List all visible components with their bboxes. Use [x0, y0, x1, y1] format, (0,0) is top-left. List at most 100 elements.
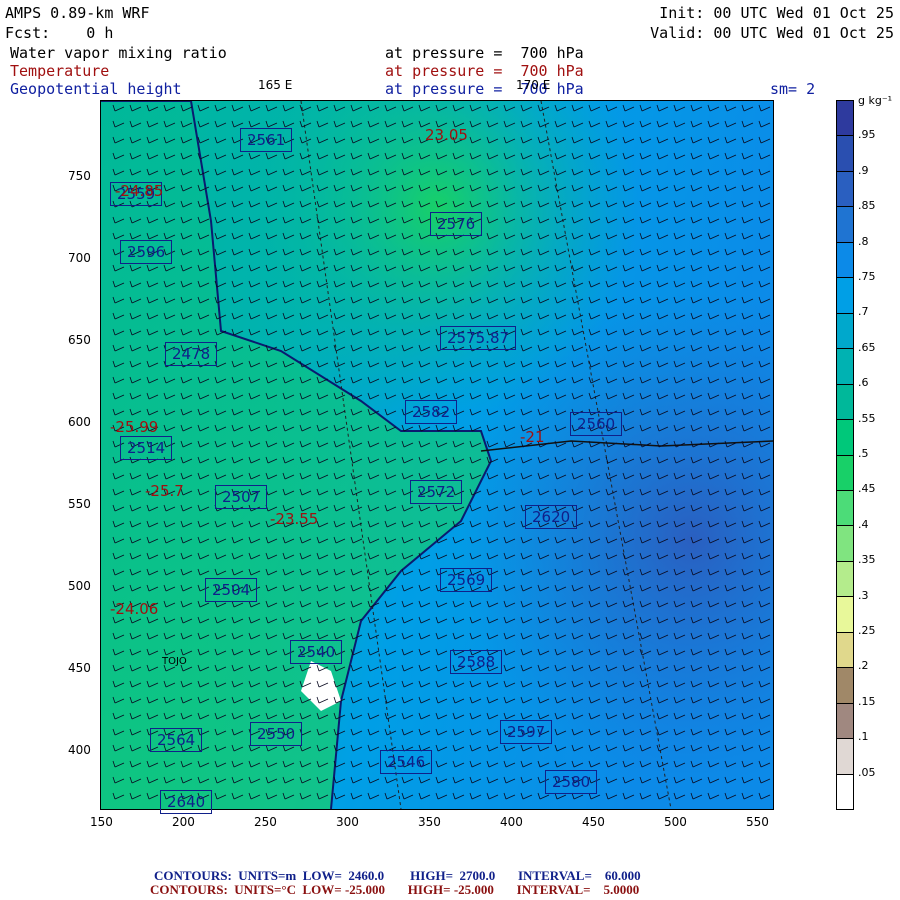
colorbar-bin	[837, 561, 853, 598]
temperature-contour-label: -23.55	[270, 510, 319, 528]
height-contour-label: 2478	[165, 342, 218, 366]
height-contour-label: 2546	[380, 750, 433, 774]
height-contour-label: 2596	[120, 240, 173, 264]
valid-time: Valid: 00 UTC Wed 01 Oct 25	[650, 24, 894, 42]
level-3: at pressure = 700 hPa	[385, 80, 584, 98]
colorbar-label: .65	[858, 340, 876, 354]
colorbar-label: .4	[858, 517, 869, 531]
colorbar-bin	[837, 349, 853, 385]
longitude-label: 170 E	[516, 78, 551, 92]
height-contour-label: 2504	[205, 578, 258, 602]
x-tick-label: 200	[172, 815, 195, 829]
colorbar-bin	[837, 384, 853, 421]
colorbar-bin	[837, 490, 853, 527]
y-tick-label: 450	[68, 661, 91, 675]
height-contour-label: 2561	[240, 128, 293, 152]
colorbar-label: .9	[858, 163, 869, 177]
colorbar-label: .95	[858, 128, 876, 142]
height-contour-label: 2572	[410, 480, 463, 504]
colorbar-label: .45	[858, 482, 876, 496]
height-contour-label: 2540	[290, 640, 343, 664]
x-tick-label: 300	[336, 815, 359, 829]
init-time: Init: 00 UTC Wed 01 Oct 25	[659, 4, 894, 22]
y-tick-label: 650	[68, 333, 91, 347]
colorbar-bin	[837, 242, 853, 279]
forecast-hour: Fcst: 0 h	[5, 24, 114, 42]
height-contour-label: 2550	[250, 722, 303, 746]
smoothing: sm= 2	[770, 80, 816, 98]
colorbar-label: .15	[858, 694, 876, 708]
height-contour-label: 2576	[430, 212, 483, 236]
height-contour-label: 2588	[450, 650, 503, 674]
colorbar-bin	[837, 703, 853, 740]
height-contour-label: 2582	[405, 400, 458, 424]
x-tick-label: 500	[664, 815, 687, 829]
colorbar-label: .75	[858, 270, 876, 283]
temperature-contour-label: 23.05	[425, 126, 468, 144]
height-contour-label: 2560	[570, 412, 623, 436]
height-contour-label: 2640	[160, 790, 213, 814]
longitude-label: 165 E	[258, 78, 293, 92]
colorbar-label: .35	[858, 553, 876, 567]
colorbar-bin	[837, 597, 853, 633]
colorbar-bin	[837, 278, 853, 314]
colorbar-label: .85	[858, 199, 876, 213]
height-contour-label: 2597	[500, 720, 553, 744]
colorbar-bin	[837, 739, 853, 775]
x-tick-label: 250	[254, 815, 277, 829]
station-label: TOJO	[162, 656, 187, 667]
field-temperature: Temperature	[10, 62, 110, 80]
temperature-contour-label: -24.85	[115, 182, 164, 200]
height-contour-label: 2569	[440, 568, 493, 592]
field-geopotential: Geopotential height	[10, 80, 182, 98]
y-tick-label: 500	[68, 579, 91, 593]
y-tick-label: 400	[68, 743, 91, 757]
temperature-contour-info: CONTOURS: UNITS=°C LOW= -25.000 HIGH= -2…	[150, 882, 640, 897]
temperature-contour-label: -21	[520, 428, 545, 446]
colorbar-bin	[837, 668, 853, 704]
temperature-contour-label: -25.99	[110, 418, 159, 436]
height-contour-label: 2514	[120, 436, 173, 460]
colorbar-label: .7	[858, 305, 869, 319]
height-contour-label: 2564	[150, 728, 203, 752]
x-tick-label: 450	[582, 815, 605, 829]
colorbar-label: .1	[858, 730, 869, 744]
x-tick-label: 550	[746, 815, 769, 829]
y-tick-label: 750	[68, 169, 91, 183]
field-water-vapor: Water vapor mixing ratio	[10, 44, 227, 62]
colorbar-bin	[837, 171, 853, 208]
colorbar-bin	[837, 455, 853, 491]
map-canvas	[101, 101, 773, 809]
y-tick-label: 600	[68, 415, 91, 429]
temperature-contour-label: -24.06	[110, 600, 159, 618]
level-2: at pressure = 700 hPa	[385, 62, 584, 80]
height-contour-label: 2507	[215, 485, 268, 509]
map-plot	[100, 100, 774, 810]
colorbar-label: .3	[858, 588, 869, 602]
level-1: at pressure = 700 hPa	[385, 44, 584, 62]
x-tick-label: 150	[90, 815, 113, 829]
height-contour-label: 2620	[525, 505, 578, 529]
height-contour-label: 2580	[545, 770, 598, 794]
colorbar	[836, 100, 854, 810]
colorbar-bin	[837, 313, 853, 350]
model-title: AMPS 0.89-km WRF	[5, 4, 150, 22]
colorbar-label: .05	[858, 765, 876, 779]
colorbar-bin	[837, 526, 853, 562]
height-contour-label: 2575.87	[440, 326, 517, 350]
colorbar-bin	[837, 136, 853, 172]
colorbar-bin	[837, 632, 853, 669]
colorbar-bin	[837, 420, 853, 456]
colorbar-bin	[837, 101, 853, 137]
temperature-contour-label: -25.7	[145, 482, 184, 500]
colorbar-label: .55	[858, 411, 876, 425]
colorbar-label: .8	[858, 234, 869, 248]
colorbar-bin	[837, 207, 853, 243]
colorbar-label: .6	[858, 376, 869, 390]
colorbar-units: g kg⁻¹	[858, 94, 893, 107]
colorbar-bin	[837, 774, 853, 810]
colorbar-label: .2	[858, 659, 869, 673]
colorbar-label: .25	[858, 624, 876, 637]
x-tick-label: 400	[500, 815, 523, 829]
y-tick-label: 700	[68, 251, 91, 265]
